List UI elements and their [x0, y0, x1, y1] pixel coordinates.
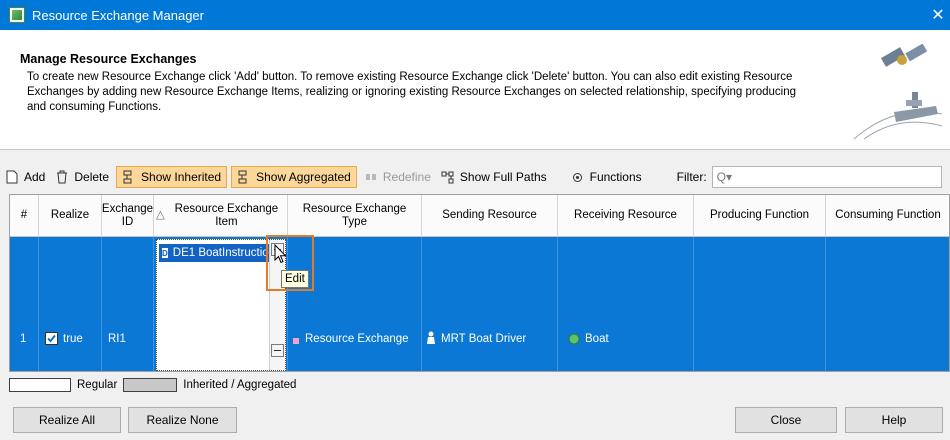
search-icon: Q▾: [716, 170, 733, 184]
sending-resource-value: MRT Boat Driver: [441, 333, 527, 345]
close-window-button[interactable]: ✕: [926, 0, 950, 30]
dialog-description: To create new Resource Exchange click 'A…: [27, 71, 797, 113]
inherited-swatch: [123, 378, 178, 392]
realize-cell[interactable]: true: [39, 237, 102, 371]
satellite-ship-illustration-icon: [853, 44, 943, 140]
add-button[interactable]: Add: [0, 166, 50, 188]
close-button[interactable]: Close: [735, 407, 837, 433]
header-panel: Manage Resource Exchanges To create new …: [0, 30, 950, 150]
mouse-cursor-icon: [274, 244, 287, 264]
producing-function-cell[interactable]: [694, 237, 826, 371]
sort-ascending-icon: △: [156, 209, 165, 221]
aggregation-icon: [237, 170, 251, 184]
redefine-label: Redefine: [382, 170, 431, 184]
remove-item-button[interactable]: [271, 344, 284, 357]
exchange-id-cell[interactable]: RI1: [102, 237, 154, 371]
column-header-resource-exchange-type[interactable]: Resource Exchange Type: [288, 195, 422, 237]
realize-checkbox[interactable]: [45, 332, 58, 345]
filter-input[interactable]: Q▾: [711, 166, 942, 188]
delete-label: Delete: [74, 170, 110, 184]
functions-button[interactable]: Functions: [566, 166, 647, 188]
functions-gear-icon: [571, 170, 585, 184]
sending-resource-cell[interactable]: MRT Boat Driver: [422, 237, 558, 371]
column-header-number[interactable]: #: [10, 195, 39, 237]
add-label: Add: [24, 170, 46, 184]
realize-none-button[interactable]: Realize None: [128, 407, 237, 433]
filter-label: Filter:: [676, 170, 707, 184]
full-paths-icon: [441, 170, 455, 184]
trash-icon: [55, 170, 69, 184]
column-header-resource-exchange-item[interactable]: △ Resource Exchange Item: [154, 195, 288, 237]
show-inherited-label: Show Inherited: [141, 170, 222, 184]
app-icon: [9, 7, 25, 23]
column-header-item-label: Resource Exchange Item: [174, 202, 279, 228]
redefine-button[interactable]: Redefine: [359, 166, 436, 188]
realize-value: true: [63, 333, 83, 345]
redefine-icon: [364, 170, 378, 184]
help-button[interactable]: Help: [845, 407, 943, 433]
dialog-heading: Manage Resource Exchanges: [20, 52, 197, 66]
resource-exchange-table: # Realize Exchange ID △ Resource Exchang…: [9, 194, 950, 372]
person-icon: [426, 331, 436, 345]
legend: Regular Inherited / Aggregated: [9, 376, 296, 394]
show-inherited-toggle[interactable]: Show Inherited: [116, 166, 228, 188]
show-full-paths-button[interactable]: Show Full Paths: [436, 166, 552, 188]
edit-tooltip: Edit: [281, 270, 309, 288]
window-title: Resource Exchange Manager: [32, 7, 204, 23]
delete-button[interactable]: Delete: [50, 166, 114, 188]
toolbar: Add Delete Show Inherited Show Aggregate…: [0, 162, 950, 192]
receiving-resource-cell[interactable]: Boat: [558, 237, 694, 371]
realize-all-button[interactable]: Realize All: [13, 407, 121, 433]
column-header-sending-resource[interactable]: Sending Resource: [422, 195, 558, 237]
show-aggregated-label: Show Aggregated: [256, 170, 351, 184]
editor-list-item[interactable]: D DE1 BoatInstructions: [159, 244, 271, 262]
regular-swatch: [9, 378, 71, 392]
legend-inherited-label: Inherited / Aggregated: [183, 379, 297, 391]
data-element-icon: D: [161, 247, 169, 259]
column-header-consuming-function[interactable]: Consuming Function: [826, 195, 949, 237]
legend-regular-label: Regular: [77, 379, 118, 391]
show-full-paths-label: Show Full Paths: [459, 170, 547, 184]
show-aggregated-toggle[interactable]: Show Aggregated: [231, 166, 357, 188]
consuming-function-cell[interactable]: [826, 237, 949, 371]
title-bar: Resource Exchange Manager ✕: [0, 0, 950, 30]
new-document-icon: [5, 170, 19, 184]
column-header-realize[interactable]: Realize: [39, 195, 102, 237]
resource-exchange-type-value: Resource Exchange: [305, 333, 409, 345]
column-header-exchange-id[interactable]: Exchange ID: [102, 195, 154, 237]
column-header-producing-function[interactable]: Producing Function: [694, 195, 826, 237]
editor-item-label: DE1 BoatInstructions: [172, 247, 271, 259]
resource-exchange-icon: [292, 337, 300, 345]
receiving-resource-value: Boat: [585, 333, 609, 345]
resource-icon: [568, 333, 580, 345]
functions-label: Functions: [589, 170, 642, 184]
column-header-receiving-resource[interactable]: Receiving Resource: [558, 195, 694, 237]
row-number-cell: 1: [10, 237, 39, 371]
hierarchy-icon: [122, 170, 136, 184]
